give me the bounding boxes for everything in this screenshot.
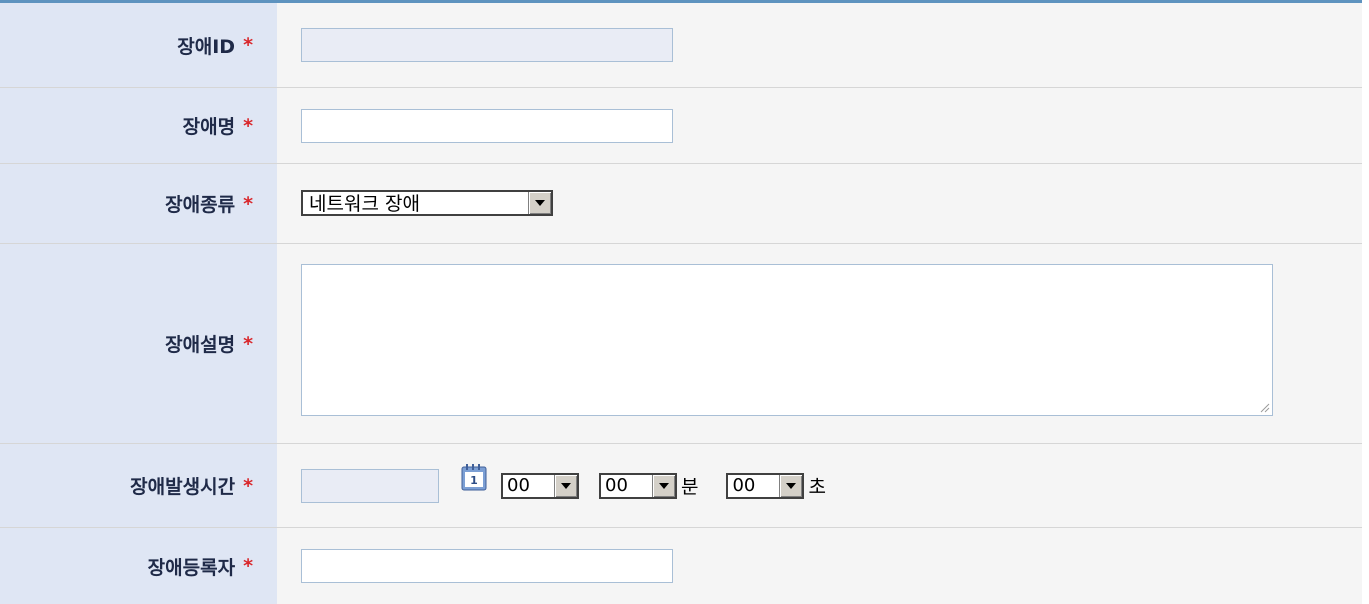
chevron-down-icon: [535, 199, 545, 206]
hour-value: 00: [507, 475, 530, 496]
label-fault-time: 장애발생시간 *: [0, 444, 277, 527]
hour-dropdown-button[interactable]: [554, 474, 577, 497]
label-fault-id: 장애ID *: [0, 3, 277, 87]
label-fault-registrant: 장애등록자 *: [0, 528, 277, 604]
required-mark: *: [243, 555, 253, 577]
svg-text:1: 1: [470, 474, 478, 487]
row-fault-time: 장애발생시간 * 1 00 00 분 00 초: [0, 444, 1362, 528]
chevron-down-icon: [659, 482, 669, 489]
required-mark: *: [243, 34, 253, 56]
second-dropdown-button[interactable]: [779, 474, 803, 497]
chevron-down-icon: [786, 482, 797, 489]
label-fault-type: 장애종류 *: [0, 164, 277, 243]
required-mark: *: [243, 332, 253, 355]
fault-date-input[interactable]: [301, 468, 439, 503]
fault-type-selected-value: 네트워크 장애: [309, 193, 420, 215]
value-fault-name: [277, 88, 1362, 163]
chevron-down-icon: [561, 482, 571, 489]
label-fault-type-text: 장애종류: [165, 194, 236, 216]
label-fault-desc-text: 장애설명: [165, 334, 236, 356]
row-fault-type: 장애종류 * 네트워크 장애: [0, 164, 1362, 244]
row-fault-registrant: 장애등록자 *: [0, 528, 1362, 604]
row-fault-id: 장애ID *: [0, 3, 1362, 88]
minute-select[interactable]: 00: [599, 472, 677, 499]
label-fault-id-text: 장애ID: [177, 35, 236, 58]
required-mark: *: [243, 192, 253, 215]
row-fault-desc: 장애설명 *: [0, 244, 1362, 444]
second-unit-label: 초: [808, 476, 826, 498]
second-value: 00: [732, 475, 756, 496]
label-fault-desc: 장애설명 *: [0, 244, 277, 443]
value-fault-type: 네트워크 장애: [277, 164, 1362, 243]
required-mark: *: [243, 114, 253, 137]
fault-desc-textarea[interactable]: [301, 264, 1273, 416]
label-fault-registrant-text: 장애등록자: [147, 556, 236, 579]
minute-value: 00: [605, 475, 628, 496]
label-fault-name-text: 장애명: [182, 116, 236, 138]
required-mark: *: [243, 474, 253, 497]
resize-grip-icon[interactable]: [1258, 401, 1270, 413]
row-fault-name: 장애명 *: [0, 88, 1362, 164]
calendar-icon[interactable]: 1: [461, 463, 487, 491]
fault-type-dropdown-button[interactable]: [528, 191, 551, 214]
value-fault-registrant: [277, 528, 1362, 604]
fault-type-select[interactable]: 네트워크 장애: [301, 189, 553, 216]
fault-registrant-input[interactable]: [301, 549, 673, 583]
value-fault-desc: [277, 244, 1362, 443]
fault-registration-form: 장애ID * 장애명 * 장애종류 * 네트워크 장애 장애설명 * 장애발생시…: [0, 0, 1362, 604]
minute-unit-label: 분: [681, 476, 699, 498]
hour-select[interactable]: 00: [501, 472, 579, 499]
fault-id-input[interactable]: [301, 28, 673, 62]
label-fault-time-text: 장애발생시간: [130, 476, 236, 498]
minute-dropdown-button[interactable]: [652, 474, 675, 497]
second-select[interactable]: 00: [726, 472, 805, 499]
value-fault-time: 1 00 00 분 00 초: [277, 444, 1362, 527]
fault-name-input[interactable]: [301, 108, 673, 143]
label-fault-name: 장애명 *: [0, 88, 277, 163]
value-fault-id: [277, 3, 1362, 87]
